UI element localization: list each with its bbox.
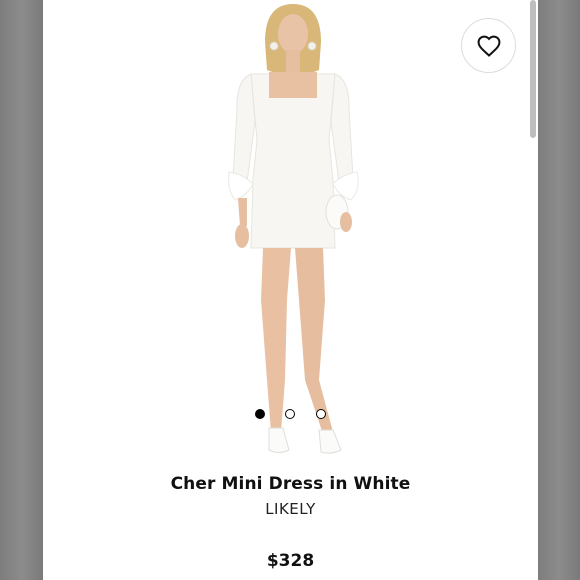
right-side-panel: [538, 0, 580, 580]
product-price: $328: [266, 551, 315, 571]
carousel-dot-2[interactable]: [285, 409, 295, 419]
favorite-button[interactable]: [461, 18, 516, 73]
heart-outline-icon: [476, 34, 502, 58]
carousel-dot-1[interactable]: [255, 409, 265, 419]
product-image[interactable]: [43, 0, 538, 470]
product-brand[interactable]: LIKELY: [43, 500, 538, 518]
left-side-panel: [0, 0, 43, 580]
product-name: Cher Mini Dress in White: [170, 474, 411, 494]
carousel-dot-3[interactable]: [316, 409, 326, 419]
product-photo-illustration: [228, 4, 359, 454]
screen: Cher Mini Dress in White LIKELY $328: [0, 0, 580, 580]
carousel-indicator: [250, 409, 330, 421]
